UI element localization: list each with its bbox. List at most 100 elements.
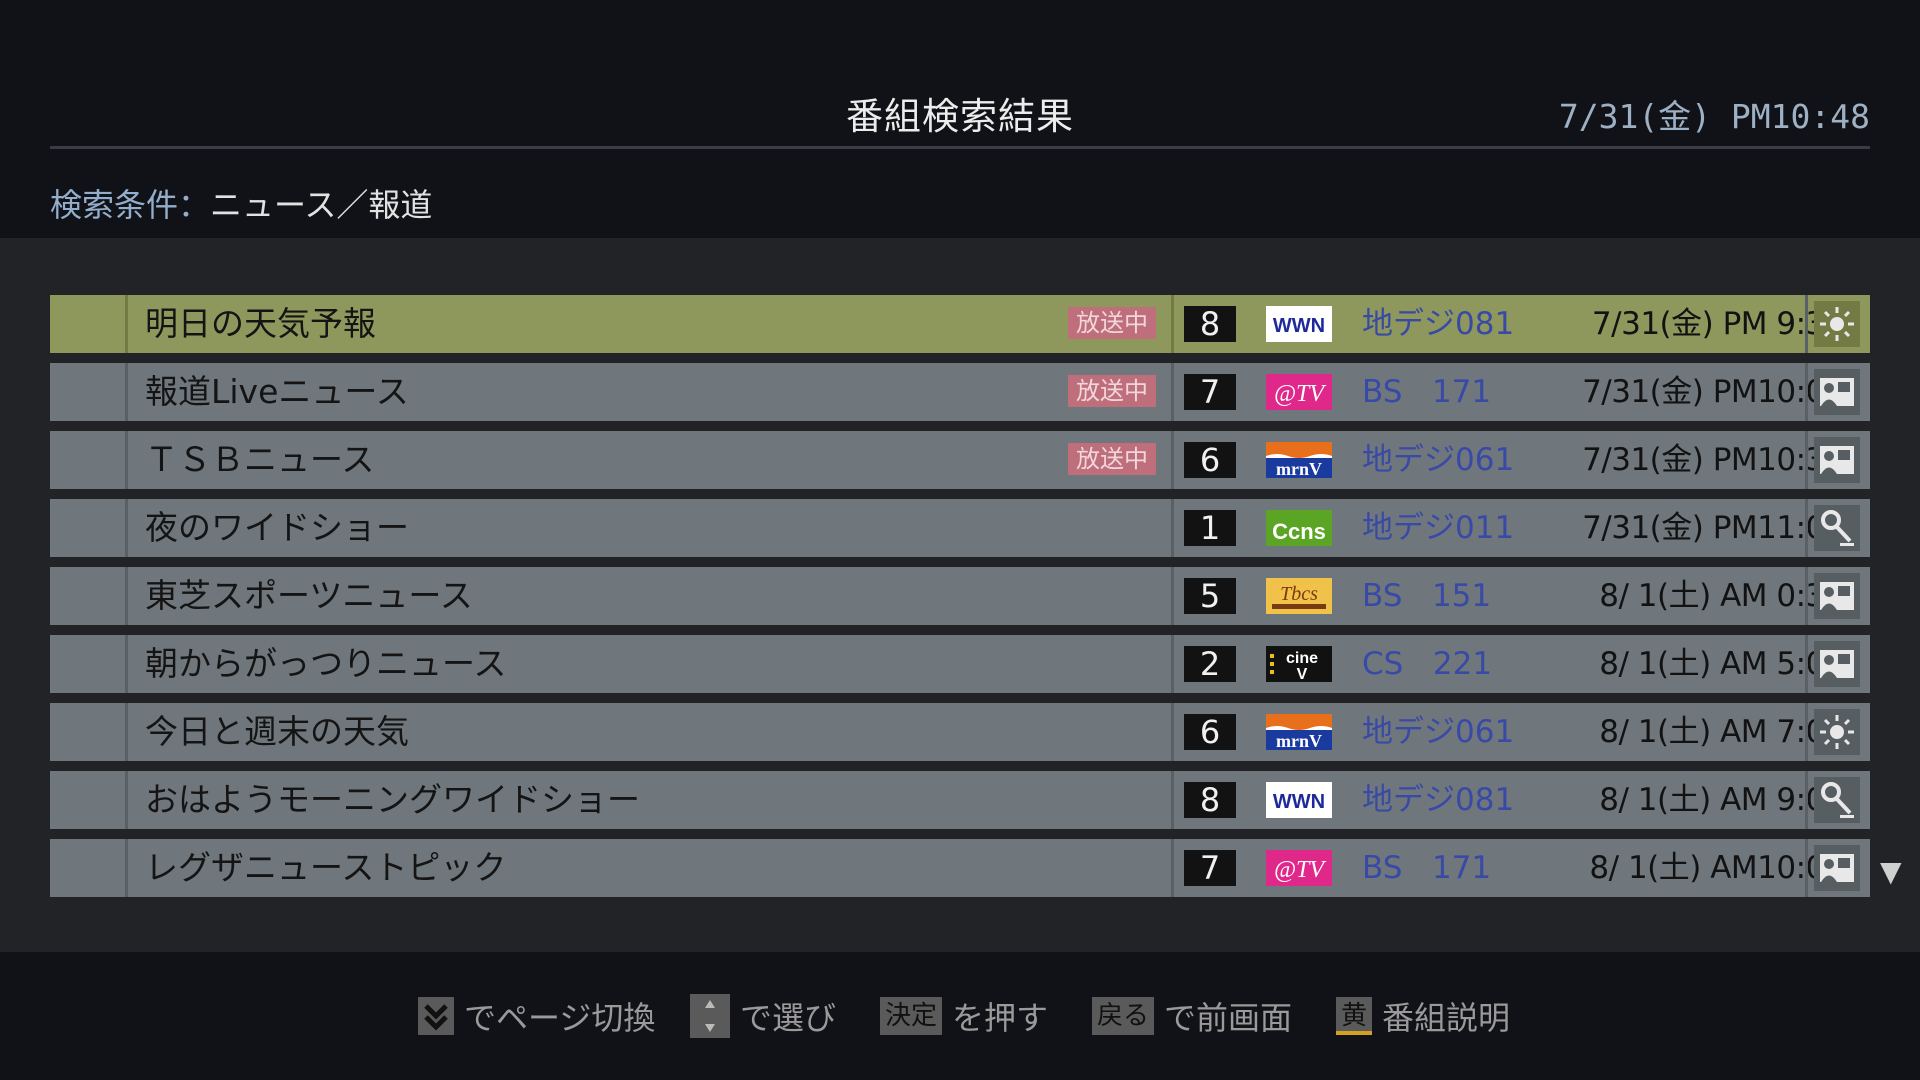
program-title: 夜のワイドショー — [145, 508, 409, 547]
row-marker-cell — [50, 703, 128, 761]
row-marker-cell — [50, 499, 128, 557]
program-title: ＴＳＢニュース — [145, 440, 375, 479]
row-divider — [1805, 431, 1808, 489]
channel-number: 8 — [1184, 306, 1236, 342]
broadcast-datetime: 7/31(金) PM10:30 — [1582, 442, 1844, 478]
program-title: 報道Liveニュース — [145, 372, 409, 411]
row-divider — [1171, 703, 1174, 761]
program-title: レグザニューストピック — [145, 848, 507, 887]
network-channel: BS 171 — [1362, 374, 1492, 410]
svg-text:Ccns: Ccns — [1272, 519, 1326, 544]
atv-logo: @TV — [1266, 374, 1332, 410]
program-row[interactable]: 朝からがっつりニュース 2 cine V CS 221 8/ 1(土) AM 5:… — [50, 635, 1870, 693]
channel-number: 8 — [1184, 782, 1236, 818]
network-channel: 地デジ011 — [1362, 510, 1515, 546]
broadcast-datetime: 7/31(金) PM10:00 — [1582, 374, 1844, 410]
channel-number: 6 — [1184, 442, 1236, 478]
person-board-icon — [1814, 845, 1860, 891]
svg-text:WWN: WWN — [1273, 791, 1325, 813]
broadcast-datetime: 8/ 1(土) AM10:00 — [1589, 850, 1844, 886]
yellow-key: 黄 — [1336, 997, 1373, 1035]
svg-text:@TV: @TV — [1274, 381, 1326, 407]
person-board-icon — [1814, 641, 1860, 687]
atv-logo: @TV — [1266, 850, 1332, 886]
channel-number: 1 — [1184, 510, 1236, 546]
svg-text:@TV: @TV — [1274, 857, 1326, 883]
network-channel: 地デジ081 — [1362, 306, 1515, 342]
row-marker-cell — [50, 635, 128, 693]
row-marker-cell — [50, 295, 128, 353]
scroll-down-icon[interactable]: ▼ — [1880, 855, 1902, 888]
program-title: 朝からがっつりニュース — [145, 644, 507, 683]
row-marker-cell — [50, 363, 128, 421]
back-key: 戻る — [1092, 997, 1155, 1035]
network-channel: BS 171 — [1362, 850, 1492, 886]
row-divider — [1805, 635, 1808, 693]
program-title: 今日と週末の天気 — [145, 712, 409, 751]
program-row[interactable]: 報道Liveニュース 放送中 7 @TV BS 171 7/31(金) PM10… — [50, 363, 1870, 421]
row-marker-cell — [50, 771, 128, 829]
row-divider — [1171, 839, 1174, 897]
row-divider — [1805, 771, 1808, 829]
row-divider — [1805, 295, 1808, 353]
hint-enter: 決定 を押す — [880, 996, 1049, 1037]
person-board-icon — [1814, 369, 1860, 415]
person-board-icon — [1814, 573, 1860, 619]
row-divider — [1805, 499, 1808, 557]
broadcast-datetime: 8/ 1(土) AM 7:00 — [1599, 714, 1844, 750]
program-row[interactable]: 明日の天気予報 放送中 8 WWN 地デジ081 7/31(金) PM 9:30 — [50, 295, 1870, 353]
ccns-logo: Ccns — [1266, 510, 1332, 546]
broadcast-datetime: 7/31(金) PM 9:30 — [1591, 306, 1845, 342]
header-divider — [50, 146, 1870, 149]
program-title: 東芝スポーツニュース — [145, 576, 473, 615]
row-divider — [1171, 771, 1174, 829]
network-channel: 地デジ081 — [1362, 782, 1515, 818]
row-divider — [1805, 703, 1808, 761]
row-divider — [1805, 839, 1808, 897]
program-row[interactable]: 東芝スポーツニュース 5 Tbcs BS 151 8/ 1(土) AM 0:30 — [50, 567, 1870, 625]
program-row[interactable]: おはようモーニングワイドショー 8 WWN 地デジ081 8/ 1(土) AM … — [50, 771, 1870, 829]
row-divider — [1171, 635, 1174, 693]
select-label: で選び — [740, 999, 837, 1037]
row-divider — [1171, 363, 1174, 421]
network-channel: 地デジ061 — [1362, 714, 1515, 750]
on-air-badge: 放送中 — [1068, 443, 1156, 475]
program-title: 明日の天気予報 — [145, 304, 376, 343]
row-divider — [1171, 567, 1174, 625]
person-board-icon — [1814, 437, 1860, 483]
search-condition-value: ニュース／報道 — [210, 186, 433, 224]
yellow-label: 番組説明 — [1382, 999, 1511, 1037]
wwn-logo: WWN — [1266, 782, 1332, 818]
program-row[interactable]: 夜のワイドショー 1 Ccns 地デジ011 7/31(金) PM11:00 — [50, 499, 1870, 557]
row-marker-cell — [50, 839, 128, 897]
search-condition-label: 検索条件： — [50, 186, 211, 224]
row-divider — [1171, 499, 1174, 557]
row-divider — [1805, 567, 1808, 625]
svg-text:WWN: WWN — [1273, 315, 1325, 337]
mrnv-logo: mrnV — [1266, 714, 1332, 750]
svg-text:cine: cine — [1286, 650, 1318, 667]
channel-number: 5 — [1184, 578, 1236, 614]
svg-text:Tbcs: Tbcs — [1280, 583, 1318, 605]
sun-icon — [1814, 709, 1860, 755]
hint-yellow: 黄 番組説明 — [1336, 996, 1511, 1037]
tbcs-logo: Tbcs — [1266, 578, 1332, 614]
channel-number: 7 — [1184, 850, 1236, 886]
cinev-logo: cine V — [1266, 646, 1332, 682]
mrnv-logo: mrnV — [1266, 442, 1332, 478]
broadcast-datetime: 8/ 1(土) AM 9:00 — [1599, 782, 1844, 818]
svg-text:V: V — [1297, 666, 1308, 682]
channel-number: 6 — [1184, 714, 1236, 750]
row-divider — [1171, 295, 1174, 353]
row-marker-cell — [50, 567, 128, 625]
program-row[interactable]: レグザニューストピック 7 @TV BS 171 8/ 1(土) AM10:00 — [50, 839, 1870, 897]
back-label: で前画面 — [1164, 999, 1293, 1037]
hint-back: 戻る で前画面 — [1092, 996, 1293, 1037]
microphone-icon — [1814, 505, 1860, 551]
page-switch-icon — [418, 997, 454, 1035]
program-row[interactable]: 今日と週末の天気 6 mrnV 地デジ061 8/ 1(土) AM 7:00 — [50, 703, 1870, 761]
hint-page: でページ切換 — [418, 996, 655, 1037]
on-air-badge: 放送中 — [1068, 375, 1156, 407]
enter-label: を押す — [952, 999, 1049, 1037]
program-row[interactable]: ＴＳＢニュース 放送中 6 mrnV 地デジ061 7/31(金) PM10:3… — [50, 431, 1870, 489]
